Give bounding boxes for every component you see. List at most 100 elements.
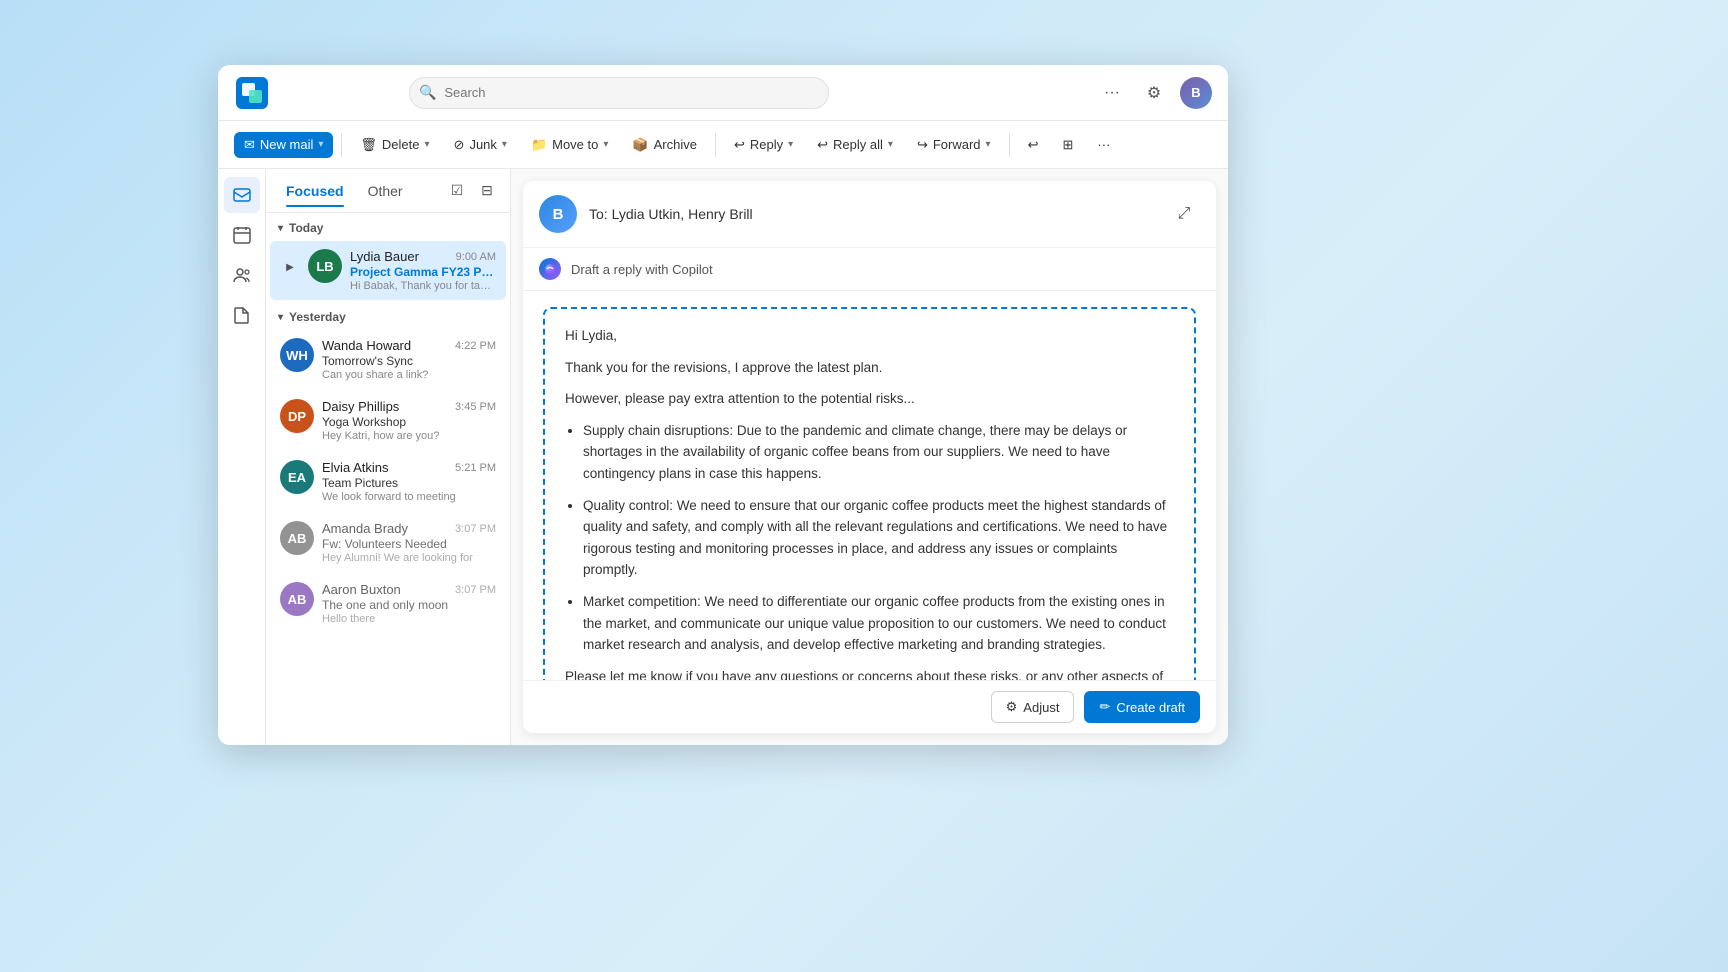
today-label: Today [289, 221, 323, 235]
filter-button[interactable]: ⊟ [474, 178, 500, 204]
draft-bullet1: Supply chain disruptions: Due to the pan… [583, 420, 1174, 485]
junk-button[interactable]: ⊘ Junk ▾ [444, 132, 517, 158]
draft-para3: Please let me know if you have any quest… [565, 666, 1174, 680]
mail-item[interactable]: DP Daisy Phillips 3:45 PM Yoga Workshop … [270, 391, 506, 450]
email-expand-button[interactable]: ⤢ [1168, 198, 1200, 230]
mail-item[interactable]: ▶ LB Lydia Bauer 9:00 AM Project Gamma F… [270, 241, 506, 300]
new-mail-icon: ✉ [244, 137, 255, 153]
copilot-bar[interactable]: Draft a reply with Copilot [523, 248, 1216, 291]
forward-icon: ↪ [917, 137, 928, 153]
sender-avatar: WH [280, 338, 314, 372]
mail-sender-name: Elvia Atkins [322, 460, 388, 475]
mail-info: Aaron Buxton 3:07 PM The one and only mo… [322, 582, 496, 625]
draft-content: Hi Lydia, Thank you for the revisions, I… [523, 291, 1216, 680]
sender-avatar: LB [308, 249, 342, 283]
mail-subject: Yoga Workshop [322, 415, 496, 429]
today-chevron-icon[interactable]: ▾ [278, 223, 283, 234]
email-header: B To: Lydia Utkin, Henry Brill ⤢ [523, 181, 1216, 248]
settings-button[interactable]: ⚙ [1138, 77, 1170, 109]
mail-info: Elvia Atkins 5:21 PM Team Pictures We lo… [322, 460, 496, 503]
mail-preview: Hello there [322, 613, 496, 625]
archive-button[interactable]: 📦 Archive [622, 132, 707, 158]
mail-sender-name: Lydia Bauer [350, 249, 419, 264]
forward-button[interactable]: ↪ Forward ▾ [907, 132, 1001, 158]
mail-subject: Project Gamma FY23 Planni [350, 265, 496, 279]
sidebar-calendar-button[interactable] [224, 217, 260, 253]
mail-item[interactable]: WH Wanda Howard 4:22 PM Tomorrow's Sync … [270, 330, 506, 389]
sender-avatar: DP [280, 399, 314, 433]
yesterday-group-header: ▾ Yesterday [266, 302, 510, 328]
email-view: B To: Lydia Utkin, Henry Brill ⤢ [523, 181, 1216, 733]
sidebar-people-button[interactable] [224, 257, 260, 293]
mail-info: Daisy Phillips 3:45 PM Yoga Workshop Hey… [322, 399, 496, 442]
mail-info: Amanda Brady 3:07 PM Fw: Volunteers Need… [322, 521, 496, 564]
create-draft-button[interactable]: ✏ Create draft [1084, 691, 1200, 723]
reply-icon: ↩ [734, 137, 745, 153]
mail-sender-name: Wanda Howard [322, 338, 411, 353]
mail-subject: Fw: Volunteers Needed [322, 537, 496, 551]
yesterday-label: Yesterday [289, 310, 346, 324]
yesterday-chevron-icon[interactable]: ▾ [278, 312, 283, 323]
create-draft-icon: ✏ [1099, 699, 1110, 715]
copilot-label: Draft a reply with Copilot [571, 262, 713, 277]
email-sender-avatar: B [539, 195, 577, 233]
draft-para1: Thank you for the revisions, I approve t… [565, 357, 1174, 379]
expand-thread-icon[interactable]: ▶ [280, 257, 300, 277]
toolbar-divider-3 [1009, 133, 1010, 157]
draft-greeting: Hi Lydia, [565, 325, 1174, 347]
today-group-header: ▾ Today [266, 213, 510, 239]
delete-icon: 🗑 [360, 137, 377, 153]
email-to: To: Lydia Utkin, Henry Brill [589, 206, 753, 222]
move-to-icon: 📁 [531, 137, 547, 153]
main-content: Focused Other ☑ ⊟ ▾ Today ▶ LB [218, 169, 1228, 745]
reply-all-button[interactable]: ↩ Reply all ▾ [807, 132, 903, 158]
user-avatar[interactable]: B [1180, 77, 1212, 109]
mail-preview: We look forward to meeting [322, 491, 496, 503]
app-logo [234, 75, 270, 111]
mail-time: 3:07 PM [455, 584, 496, 596]
mail-list: ▾ Today ▶ LB Lydia Bauer 9:00 AM Project… [266, 213, 510, 745]
delete-button[interactable]: 🗑 Delete ▾ [350, 132, 439, 158]
table-button[interactable]: ⊞ [1052, 132, 1083, 158]
mark-read-button[interactable]: ☑ [444, 178, 470, 204]
toolbar: ✉ New mail ▾ 🗑 Delete ▾ ⊘ Junk ▾ 📁 Move … [218, 121, 1228, 169]
mail-time: 5:21 PM [455, 462, 496, 474]
mail-item[interactable]: AB Aaron Buxton 3:07 PM The one and only… [270, 574, 506, 633]
sender-avatar: AB [280, 521, 314, 555]
mail-item[interactable]: EA Elvia Atkins 5:21 PM Team Pictures We… [270, 452, 506, 511]
adjust-icon: ⚙ [1006, 699, 1018, 715]
sender-avatar: AB [280, 582, 314, 616]
reply-button[interactable]: ↩ Reply ▾ [724, 132, 803, 158]
draft-box: Hi Lydia, Thank you for the revisions, I… [543, 307, 1196, 680]
sender-avatar: EA [280, 460, 314, 494]
search-input[interactable] [409, 77, 829, 109]
draft-bullet3: Market competition: We need to different… [583, 591, 1174, 656]
mail-sender-row: Lydia Bauer 9:00 AM [350, 249, 496, 264]
mail-sender-row: Amanda Brady 3:07 PM [322, 521, 496, 536]
toolbar-more-button[interactable]: ··· [1087, 132, 1120, 157]
mail-sender-row: Elvia Atkins 5:21 PM [322, 460, 496, 475]
tab-focused[interactable]: Focused [276, 177, 354, 205]
undo-button[interactable]: ↩ [1018, 132, 1049, 158]
reply-all-icon: ↩ [817, 137, 828, 153]
mail-sender-row: Daisy Phillips 3:45 PM [322, 399, 496, 414]
adjust-label: Adjust [1023, 700, 1059, 715]
tab-other[interactable]: Other [358, 177, 413, 205]
move-to-button[interactable]: 📁 Move to ▾ [521, 132, 618, 158]
mail-subject: The one and only moon [322, 598, 496, 612]
draft-bullet2: Quality control: We need to ensure that … [583, 495, 1174, 581]
mail-subject: Team Pictures [322, 476, 496, 490]
sidebar-mail-button[interactable] [224, 177, 260, 213]
more-options-button[interactable]: ··· [1096, 77, 1128, 109]
mail-preview: Hey Katri, how are you? [322, 430, 496, 442]
sidebar-files-button[interactable] [224, 297, 260, 333]
new-mail-chevron-icon: ▾ [318, 139, 323, 150]
new-mail-button[interactable]: ✉ New mail ▾ [234, 132, 333, 158]
draft-risks-list: Supply chain disruptions: Due to the pan… [583, 420, 1174, 656]
search-icon: 🔍 [419, 84, 436, 101]
adjust-button[interactable]: ⚙ Adjust [991, 691, 1075, 723]
junk-chevron-icon: ▾ [502, 139, 507, 150]
mail-item[interactable]: AB Amanda Brady 3:07 PM Fw: Volunteers N… [270, 513, 506, 572]
action-bar: ⚙ Adjust ✏ Create draft [523, 680, 1216, 733]
new-mail-label: New mail [260, 137, 313, 152]
